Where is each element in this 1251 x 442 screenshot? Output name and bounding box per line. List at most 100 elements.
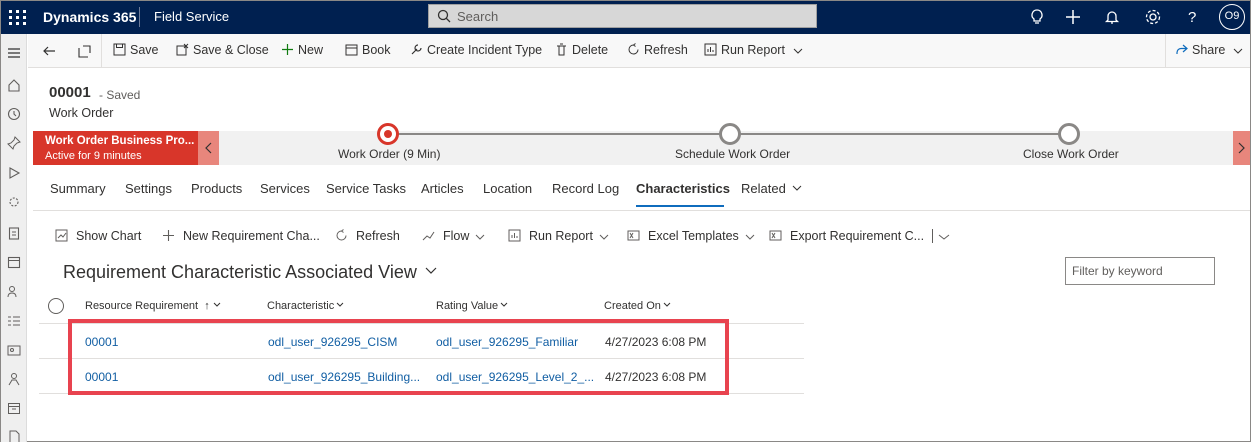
refresh-button[interactable]: Refresh [627, 43, 688, 57]
people-icon[interactable] [7, 284, 21, 298]
export-requirement-button[interactable]: Export Requirement C... [769, 229, 924, 243]
create-incident-type-button[interactable]: Create Incident Type [410, 43, 542, 57]
tab-articles[interactable]: Articles [421, 181, 464, 196]
bpf-stage-label[interactable]: Schedule Work Order [675, 147, 790, 161]
flow-icon [422, 231, 435, 241]
new-requirement-characteristic-button[interactable]: New Requirement Cha... [162, 229, 320, 243]
select-all-radio[interactable] [48, 298, 64, 314]
gear-icon[interactable] [1143, 7, 1163, 27]
schedule-icon[interactable] [7, 401, 21, 415]
command-bar: Save Save & Close New Book Create Incide… [28, 34, 1250, 68]
share-button[interactable]: Share [1175, 43, 1247, 57]
back-arrow-icon[interactable] [42, 44, 56, 58]
column-header-rating-value[interactable]: Rating Value [436, 300, 508, 312]
tab-services[interactable]: Services [260, 181, 310, 196]
bpf-stage-node-close[interactable] [1058, 123, 1080, 145]
flow-button[interactable]: Flow [422, 229, 485, 243]
divider [1165, 34, 1166, 68]
active-process-duration: Active for 9 minutes [45, 150, 142, 162]
save-button[interactable]: Save [113, 43, 159, 57]
tab-record-log[interactable]: Record Log [552, 181, 619, 196]
tab-characteristics[interactable]: Characteristics [636, 181, 730, 196]
record-title: 00001 [49, 84, 91, 101]
wrench-icon [411, 44, 422, 55]
subgrid-refresh-button[interactable]: Refresh [335, 229, 400, 243]
tab-settings[interactable]: Settings [125, 181, 172, 196]
excel-export-icon [769, 230, 782, 241]
document-icon[interactable] [7, 430, 21, 442]
view-selector-chevron-icon[interactable] [424, 266, 438, 276]
plus-icon[interactable] [1063, 7, 1083, 27]
excel-icon [627, 230, 640, 241]
tab-summary[interactable]: Summary [50, 181, 106, 196]
filter-keyword-input[interactable] [1065, 257, 1215, 285]
save-close-icon [176, 43, 189, 56]
book-button[interactable]: Book [345, 43, 391, 57]
refresh-icon [336, 229, 347, 241]
hamburger-icon[interactable] [7, 46, 21, 60]
show-chart-label: Show Chart [76, 229, 142, 243]
left-rail [1, 34, 27, 442]
more-commands-chevron-icon[interactable] [937, 232, 951, 242]
tab-service-tasks[interactable]: Service Tasks [326, 181, 406, 196]
pin-icon[interactable] [7, 136, 21, 150]
refresh-label: Refresh [644, 43, 688, 57]
business-process-flow: Work Order Business Pro... Active for 9 … [33, 123, 1250, 165]
help-icon[interactable]: ? [1182, 7, 1202, 27]
column-header-label: Resource Requirement [85, 300, 199, 312]
column-header-characteristic[interactable]: Characteristic [267, 300, 344, 312]
chevron-down-icon [336, 302, 344, 307]
subgrid-run-report-button[interactable]: Run Report [508, 229, 609, 243]
brand-title[interactable]: Dynamics 365 [43, 9, 136, 25]
bell-icon[interactable] [1102, 7, 1122, 27]
bpf-stage-node-work-order[interactable] [377, 123, 399, 145]
bpf-stage-node-schedule[interactable] [719, 123, 741, 145]
run-report-label: Run Report [721, 43, 785, 57]
search-icon [437, 9, 451, 23]
tab-location[interactable]: Location [483, 181, 532, 196]
delete-button[interactable]: Delete [555, 43, 608, 57]
column-header-label: Characteristic [267, 300, 335, 312]
subgrid-refresh-label: Refresh [356, 229, 400, 243]
new-button[interactable]: New [281, 43, 323, 57]
entity-name: Work Order [49, 106, 114, 120]
worker-icon[interactable] [7, 372, 21, 386]
tab-products[interactable]: Products [191, 181, 242, 196]
id-card-icon[interactable] [7, 343, 21, 357]
subgrid-run-report-label: Run Report [529, 229, 593, 243]
tab-related[interactable]: Related [741, 181, 802, 196]
save-icon [113, 43, 126, 56]
lightbulb-icon[interactable] [1027, 7, 1047, 27]
run-report-button[interactable]: Run Report [704, 43, 807, 57]
bpf-prev-button[interactable] [198, 131, 219, 165]
chevron-down-icon [500, 302, 508, 307]
settings-icon[interactable] [7, 195, 21, 209]
divider [101, 34, 102, 68]
bpf-stage-label[interactable]: Close Work Order [1023, 147, 1119, 161]
column-header-resource-requirement[interactable]: Resource Requirement ↑ [85, 300, 221, 312]
bpf-next-button[interactable] [1233, 131, 1250, 165]
recent-icon[interactable] [7, 107, 21, 121]
play-icon[interactable] [7, 166, 21, 180]
app-launcher-icon[interactable] [7, 7, 27, 27]
view-title[interactable]: Requirement Characteristic Associated Vi… [63, 262, 417, 283]
column-header-created-on[interactable]: Created On [604, 300, 671, 312]
flow-label: Flow [443, 229, 470, 243]
active-process-flyout[interactable]: Work Order Business Pro... Active for 9 … [33, 131, 198, 165]
excel-templates-button[interactable]: Excel Templates [627, 229, 755, 243]
global-search[interactable]: Search [428, 4, 817, 28]
avatar[interactable]: O9 [1219, 4, 1245, 30]
highlight-box [68, 319, 729, 395]
clipboard-icon[interactable] [7, 226, 21, 240]
show-chart-button[interactable]: Show Chart [55, 229, 141, 243]
excel-templates-label: Excel Templates [648, 229, 739, 243]
open-new-window-icon[interactable] [78, 44, 92, 58]
home-icon[interactable] [7, 78, 21, 92]
app-name[interactable]: Field Service [154, 9, 229, 24]
divider [139, 7, 140, 27]
chevron-down-icon [1234, 48, 1243, 54]
save-close-button[interactable]: Save & Close [176, 43, 269, 57]
contact-list-icon[interactable] [7, 314, 21, 328]
bpf-stage-label[interactable]: Work Order (9 Min) [338, 147, 440, 161]
calendar-icon[interactable] [7, 255, 21, 269]
